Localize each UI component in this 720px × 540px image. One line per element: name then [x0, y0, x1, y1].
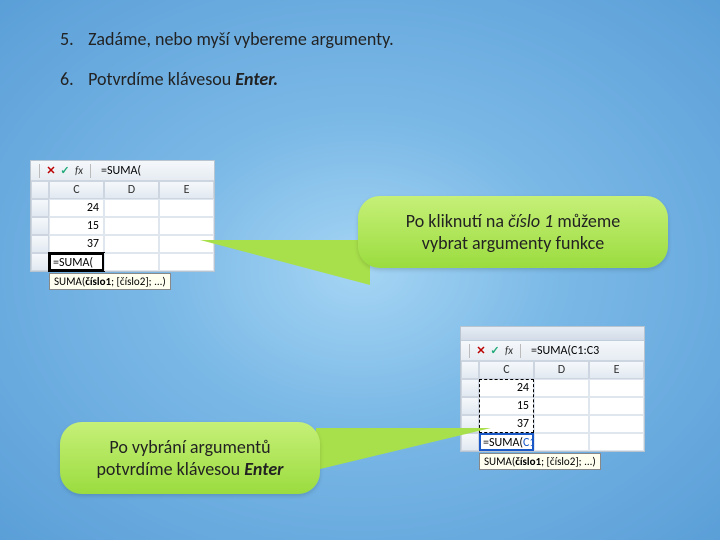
column-header-c[interactable]: C [49, 181, 104, 199]
callout-bubble-2: Po vybrání argumentů potvrdíme klávesou … [60, 422, 320, 494]
callout-text: můžeme [553, 210, 620, 232]
callout-emphasis: Enter [244, 458, 283, 480]
instruction-number: 5. [60, 28, 84, 50]
cell[interactable] [104, 217, 159, 235]
column-header-e[interactable]: E [589, 361, 644, 379]
row-header[interactable] [461, 397, 479, 415]
fx-icon[interactable]: fx [72, 164, 86, 178]
row-header[interactable] [31, 199, 49, 217]
function-tooltip: SUMA(číslo1; [číslo2]; ...) [479, 453, 601, 470]
cell[interactable] [104, 253, 159, 271]
formula-bar: ✕ ✓ fx =SUMA( [31, 161, 214, 181]
instruction-list: 5. Zadáme, nebo myší vybereme argumenty.… [60, 28, 660, 108]
function-tooltip: SUMA(číslo1; [číslo2]; ...) [49, 273, 171, 290]
formula-text[interactable]: =SUMA(C1:C3 [525, 344, 640, 358]
divider [90, 164, 91, 178]
column-header-d[interactable]: D [534, 361, 589, 379]
cell[interactable]: 15 [49, 217, 104, 235]
cell[interactable] [589, 379, 644, 397]
cell[interactable] [534, 397, 589, 415]
callout-line: Po kliknutí na číslo 1 můžeme [380, 210, 646, 232]
row-header[interactable] [31, 235, 49, 253]
row-header[interactable] [31, 217, 49, 235]
cell[interactable] [589, 415, 644, 433]
active-cell[interactable]: =SUMA( [49, 253, 104, 271]
instruction-item-6: 6. Potvrdíme klávesou Enter. [60, 68, 660, 90]
formula-bar: ✕ ✓ fx =SUMA(C1:C3 [461, 341, 644, 361]
row-header[interactable] [461, 379, 479, 397]
window-titlebar [461, 327, 644, 341]
tooltip-bold-arg: číslo1 [85, 275, 111, 288]
spreadsheet-grid: C D E 24 15 37 =SUMA( [31, 181, 214, 271]
cell[interactable] [589, 397, 644, 415]
cell[interactable] [534, 433, 589, 451]
callout-text: potvrdíme klávesou [96, 458, 244, 480]
cell[interactable]: 37 [49, 235, 104, 253]
select-all-corner[interactable] [31, 181, 49, 199]
cell[interactable] [589, 433, 644, 451]
callout-pointer [200, 240, 370, 285]
tooltip-bold-arg: číslo1 [515, 455, 541, 468]
cell[interactable] [104, 199, 159, 217]
fx-icon[interactable]: fx [502, 344, 516, 358]
cell[interactable] [534, 379, 589, 397]
cancel-icon[interactable]: ✕ [44, 164, 58, 178]
enter-icon[interactable]: ✓ [488, 344, 502, 358]
column-header-d[interactable]: D [104, 181, 159, 199]
callout-pointer [316, 428, 491, 470]
tooltip-rest: ; [číslo2]; ...) [111, 275, 166, 288]
instruction-text: Zadáme, nebo myší vybereme argumenty. [88, 28, 394, 50]
tooltip-rest: ; [číslo2]; ...) [541, 455, 596, 468]
cell[interactable] [159, 217, 214, 235]
callout-line: potvrdíme klávesou Enter [82, 458, 298, 480]
callout-line: Po vybrání argumentů [82, 436, 298, 458]
divider [469, 344, 470, 358]
select-all-corner[interactable] [461, 361, 479, 379]
cell[interactable]: 24 [479, 379, 534, 397]
excel-snippet-1: ✕ ✓ fx =SUMA( C D E 24 15 37 =SUMA( SUMA… [30, 160, 215, 272]
tooltip-fn: SUMA( [54, 275, 85, 288]
divider [39, 164, 40, 178]
cell[interactable]: 15 [479, 397, 534, 415]
instruction-emphasis: Enter. [235, 68, 278, 90]
callout-bubble-1: Po kliknutí na číslo 1 můžeme vybrat arg… [358, 196, 668, 268]
cell[interactable] [534, 415, 589, 433]
formula-text[interactable]: =SUMA( [95, 164, 210, 178]
instruction-number: 6. [60, 68, 84, 90]
cell[interactable]: 24 [49, 199, 104, 217]
column-header-c[interactable]: C [479, 361, 534, 379]
instruction-text: Potvrdíme klávesou [88, 68, 235, 90]
callout-emphasis: číslo 1 [508, 210, 553, 232]
cell[interactable] [104, 235, 159, 253]
instruction-item-5: 5. Zadáme, nebo myší vybereme argumenty. [60, 28, 660, 50]
divider [520, 344, 521, 358]
enter-icon[interactable]: ✓ [58, 164, 72, 178]
column-header-e[interactable]: E [159, 181, 214, 199]
row-header[interactable] [31, 253, 49, 271]
cell[interactable] [159, 199, 214, 217]
callout-text: Po kliknutí na [406, 210, 508, 232]
callout-line: vybrat argumenty funkce [380, 232, 646, 254]
cancel-icon[interactable]: ✕ [474, 344, 488, 358]
